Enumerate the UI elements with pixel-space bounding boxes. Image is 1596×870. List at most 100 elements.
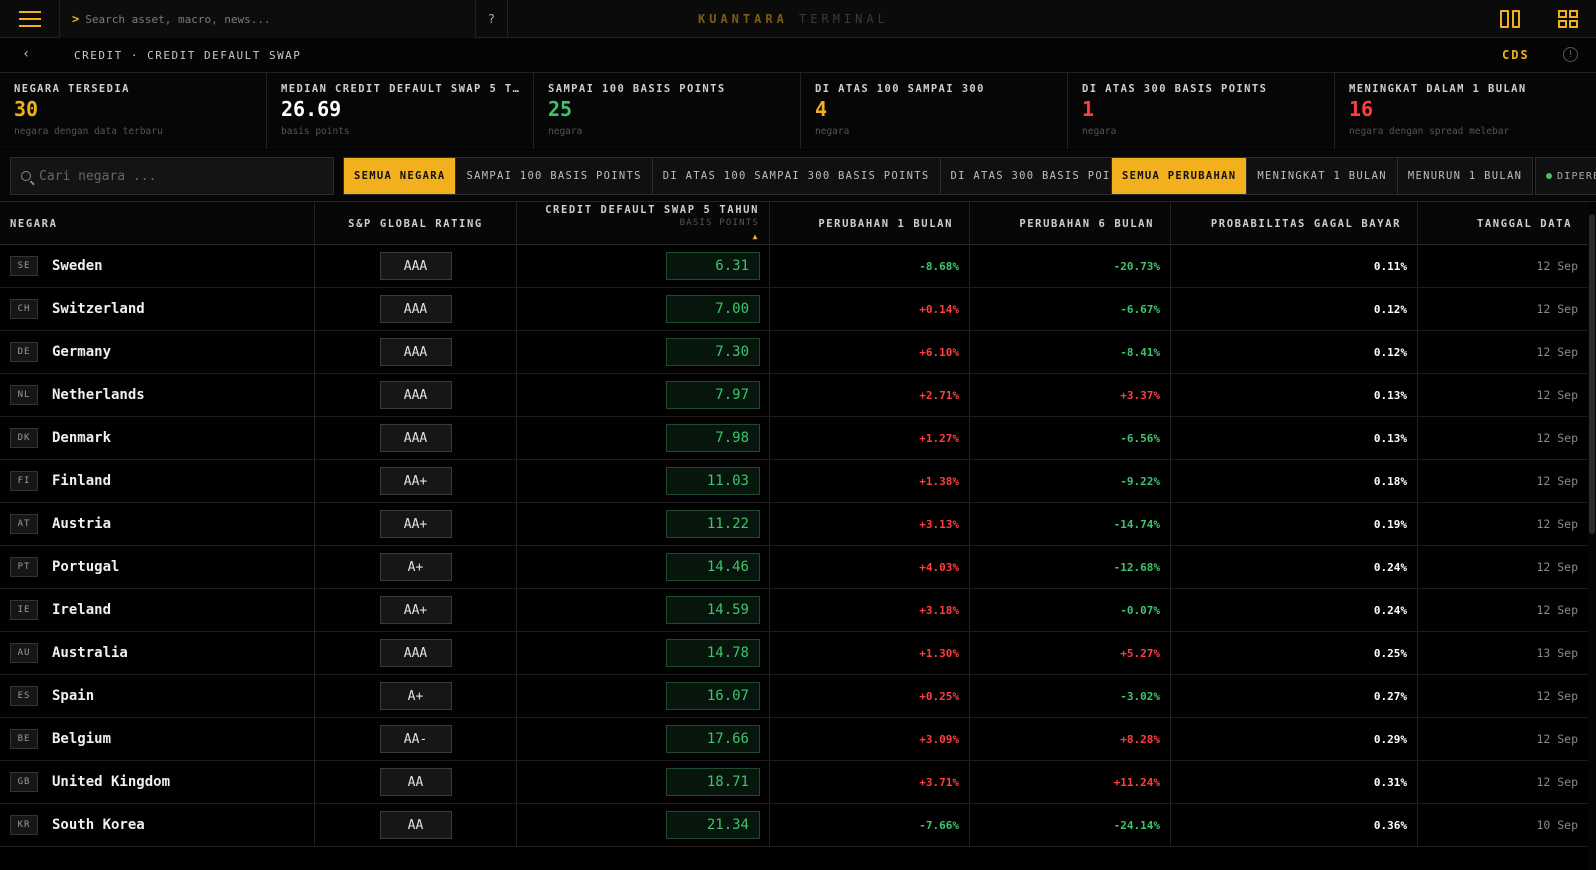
country-code: SE <box>10 256 38 276</box>
filter-all-changes[interactable]: SEMUA PERUBAHAN <box>1112 158 1248 194</box>
cds-value: 6.31 <box>666 252 760 280</box>
filter-decreasing-1m[interactable]: MENURUN 1 BULAN <box>1397 158 1533 194</box>
header-default-probability[interactable]: PROBABILITAS GAGAL BAYAR <box>1171 202 1418 245</box>
rating-badge: AA+ <box>379 467 452 495</box>
cell-country: ES Spain <box>0 675 315 717</box>
filter-increasing-1m[interactable]: MENINGKAT 1 BULAN <box>1247 158 1398 194</box>
grid-view-icon[interactable] <box>1558 10 1578 28</box>
table-row[interactable]: AT Austria AA+ 11.22 +3.13% -14.74% 0.19% 12 Se… <box>0 503 1588 546</box>
cell-cds: 18.71 <box>517 761 770 803</box>
cell-cds: 14.46 <box>517 546 770 588</box>
stat-subtitle: negara <box>548 126 583 137</box>
header-country[interactable]: NEGARA <box>0 202 315 245</box>
country-search-input[interactable] <box>39 168 319 184</box>
data-date-value: 12 Sep <box>1536 560 1578 574</box>
country-name[interactable]: Germany <box>52 344 111 360</box>
cell-cds: 7.00 <box>517 288 770 330</box>
default-probability-value: 0.24% <box>1373 603 1407 617</box>
info-icon[interactable]: ! <box>1563 47 1578 62</box>
table-row[interactable]: NL Netherlands AAA 7.97 +2.71% +3.37% 0.13% 12 … <box>0 374 1588 417</box>
data-date-value: 12 Sep <box>1536 259 1578 273</box>
filter-all-countries[interactable]: SEMUA NEGARA <box>344 158 457 194</box>
stat-card: MENINGKAT DALAM 1 BULAN 16 negara dengan… <box>1335 73 1596 149</box>
table-row[interactable]: SE Sweden AAA 6.31 -8.68% -20.73% 0.11% 12 Sep <box>0 245 1588 288</box>
country-name[interactable]: South Korea <box>52 817 145 833</box>
table-row[interactable]: IE Ireland AA+ 14.59 +3.18% -0.07% 0.24% 12 Sep <box>0 589 1588 632</box>
country-code: FI <box>10 471 38 491</box>
cell-change-1m: +1.38% <box>770 460 970 502</box>
country-name[interactable]: Spain <box>52 688 94 704</box>
header-cds[interactable]: CREDIT DEFAULT SWAP 5 TAHUN BASIS POINTS… <box>517 202 770 245</box>
table-row[interactable]: KR South Korea AA 21.34 -7.66% -24.14% 0.36% 10… <box>0 804 1588 847</box>
header-change-1m[interactable]: PERUBAHAN 1 BULAN <box>770 202 970 245</box>
header-rating[interactable]: S&P GLOBAL RATING <box>315 202 517 245</box>
filter-up-to-100bp[interactable]: SAMPAI 100 BASIS POINTS <box>456 158 653 194</box>
global-search-input[interactable] <box>85 12 446 26</box>
country-name[interactable]: United Kingdom <box>52 774 170 790</box>
split-view-icon[interactable] <box>1500 10 1520 28</box>
cell-rating: AA- <box>315 718 517 760</box>
country-name[interactable]: Ireland <box>52 602 111 618</box>
menu-button[interactable] <box>0 0 60 38</box>
country-name[interactable]: Sweden <box>52 258 103 274</box>
country-code: NL <box>10 385 38 405</box>
default-probability-value: 0.13% <box>1373 431 1407 445</box>
cell-rating: AA+ <box>315 503 517 545</box>
back-button[interactable]: ‹ <box>22 46 30 62</box>
cell-default-probability: 0.19% <box>1171 503 1418 545</box>
default-probability-value: 0.19% <box>1373 517 1407 531</box>
country-code: KR <box>10 815 38 835</box>
cell-data-date: 12 Sep <box>1418 374 1588 416</box>
rating-badge: AAA <box>379 424 452 452</box>
default-probability-value: 0.13% <box>1373 388 1407 402</box>
table-row[interactable]: DE Germany AAA 7.30 +6.10% -8.41% 0.12% 12 Sep <box>0 331 1588 374</box>
table-row[interactable]: CH Switzerland AAA 7.00 +0.14% -6.67% 0.12% 12 … <box>0 288 1588 331</box>
global-search[interactable]: > <box>60 0 476 38</box>
country-code: AU <box>10 643 38 663</box>
table-row[interactable]: AU Australia AAA 14.78 +1.30% +5.27% 0.25% 13 S… <box>0 632 1588 675</box>
cds-value: 7.98 <box>666 424 760 452</box>
table-row[interactable]: ES Spain A+ 16.07 +0.25% -3.02% 0.27% 12 Sep <box>0 675 1588 718</box>
scrollbar-thumb[interactable] <box>1589 214 1595 534</box>
stat-label: DI ATAS 300 BASIS POINTS <box>1082 83 1268 95</box>
table-row[interactable]: DK Denmark AAA 7.98 +1.27% -6.56% 0.13% 12 Sep <box>0 417 1588 460</box>
cell-change-6m: -8.41% <box>970 331 1171 373</box>
data-date-value: 12 Sep <box>1536 431 1578 445</box>
country-name[interactable]: Finland <box>52 473 111 489</box>
country-name[interactable]: Austria <box>52 516 111 532</box>
filter-100-to-300bp[interactable]: DI ATAS 100 SAMPAI 300 BASIS POINTS <box>652 158 941 194</box>
country-name[interactable]: Portugal <box>52 559 119 575</box>
cell-change-6m: -3.02% <box>970 675 1171 717</box>
country-name[interactable]: Switzerland <box>52 301 145 317</box>
header-cds-label: CREDIT DEFAULT SWAP 5 TAHUN <box>545 204 759 216</box>
cell-cds: 7.30 <box>517 331 770 373</box>
cell-data-date: 12 Sep <box>1418 589 1588 631</box>
country-search[interactable] <box>10 157 334 195</box>
header-data-date[interactable]: TANGGAL DATA <box>1418 202 1588 245</box>
table-scrollbar[interactable] <box>1588 202 1596 870</box>
country-name[interactable]: Netherlands <box>52 387 145 403</box>
help-button[interactable]: ? <box>476 0 508 38</box>
cds-value: 14.78 <box>666 639 760 667</box>
cell-change-6m: -12.68% <box>970 546 1171 588</box>
table-row[interactable]: PT Portugal A+ 14.46 +4.03% -12.68% 0.24% 12 Se… <box>0 546 1588 589</box>
breadcrumb: CREDIT · CREDIT DEFAULT SWAP <box>74 49 302 62</box>
table-body: SE Sweden AAA 6.31 -8.68% -20.73% 0.11% 12 Sep C… <box>0 245 1588 847</box>
stat-card: SAMPAI 100 BASIS POINTS 25 negara <box>534 73 801 149</box>
table-row[interactable]: BE Belgium AA- 17.66 +3.09% +8.28% 0.29% 12 Sep <box>0 718 1588 761</box>
live-status-icon <box>1546 173 1552 179</box>
table-row[interactable]: FI Finland AA+ 11.03 +1.38% -9.22% 0.18% 12 Sep <box>0 460 1588 503</box>
country-name[interactable]: Australia <box>52 645 128 661</box>
cell-country: CH Switzerland <box>0 288 315 330</box>
cds-value: 17.66 <box>666 725 760 753</box>
table-row[interactable]: GB United Kingdom AA 18.71 +3.71% +11.24% 0.31… <box>0 761 1588 804</box>
country-name[interactable]: Denmark <box>52 430 111 446</box>
cell-rating: AAA <box>315 245 517 287</box>
cell-data-date: 12 Sep <box>1418 417 1588 459</box>
country-name[interactable]: Belgium <box>52 731 111 747</box>
hamburger-icon <box>18 11 41 27</box>
default-probability-value: 0.11% <box>1373 259 1407 273</box>
header-data-date-label: TANGGAL DATA <box>1476 217 1572 230</box>
brand-secondary: TERMINAL <box>799 12 889 26</box>
header-change-6m[interactable]: PERUBAHAN 6 BULAN <box>970 202 1171 245</box>
